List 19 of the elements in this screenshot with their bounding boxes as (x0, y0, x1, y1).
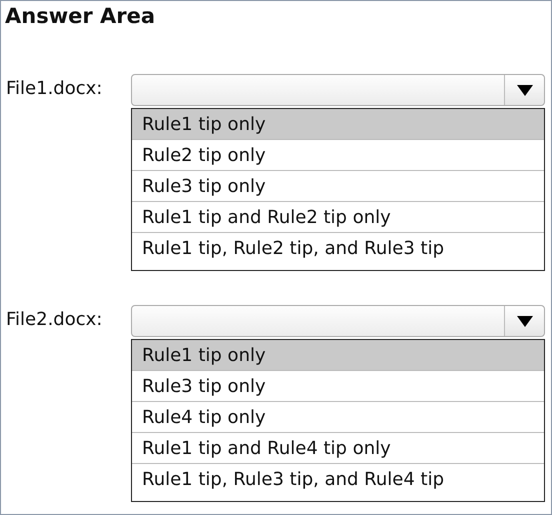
dropdown-button[interactable] (504, 306, 544, 336)
dropdown-option[interactable]: Rule1 tip and Rule4 tip only (132, 433, 544, 464)
dropdown-field[interactable] (131, 305, 545, 337)
dropdown-option[interactable]: Rule1 tip and Rule2 tip only (132, 202, 544, 233)
dropdown-option[interactable]: Rule1 tip only (132, 340, 544, 371)
field-label: File2.docx: (5, 309, 104, 330)
dropdown-button[interactable] (504, 75, 544, 105)
caret-icon (514, 83, 534, 97)
dropdown-option[interactable]: Rule1 tip only (132, 109, 544, 140)
field-label: File1.docx: (5, 78, 104, 99)
dropdown-field[interactable] (131, 74, 545, 106)
dropdown-option[interactable]: Rule2 tip only (132, 140, 544, 171)
dropdown-option[interactable]: Rule3 tip only (132, 171, 544, 202)
dropdown-option[interactable]: Rule3 tip only (132, 371, 544, 402)
dropdown-option[interactable]: Rule1 tip, Rule3 tip, and Rule4 tip (132, 464, 544, 495)
dropdown-option[interactable]: Rule1 tip, Rule2 tip, and Rule3 tip (132, 233, 544, 264)
section-title: Answer Area (5, 4, 156, 28)
caret-icon (514, 314, 534, 328)
dropdown-option[interactable]: Rule4 tip only (132, 402, 544, 433)
